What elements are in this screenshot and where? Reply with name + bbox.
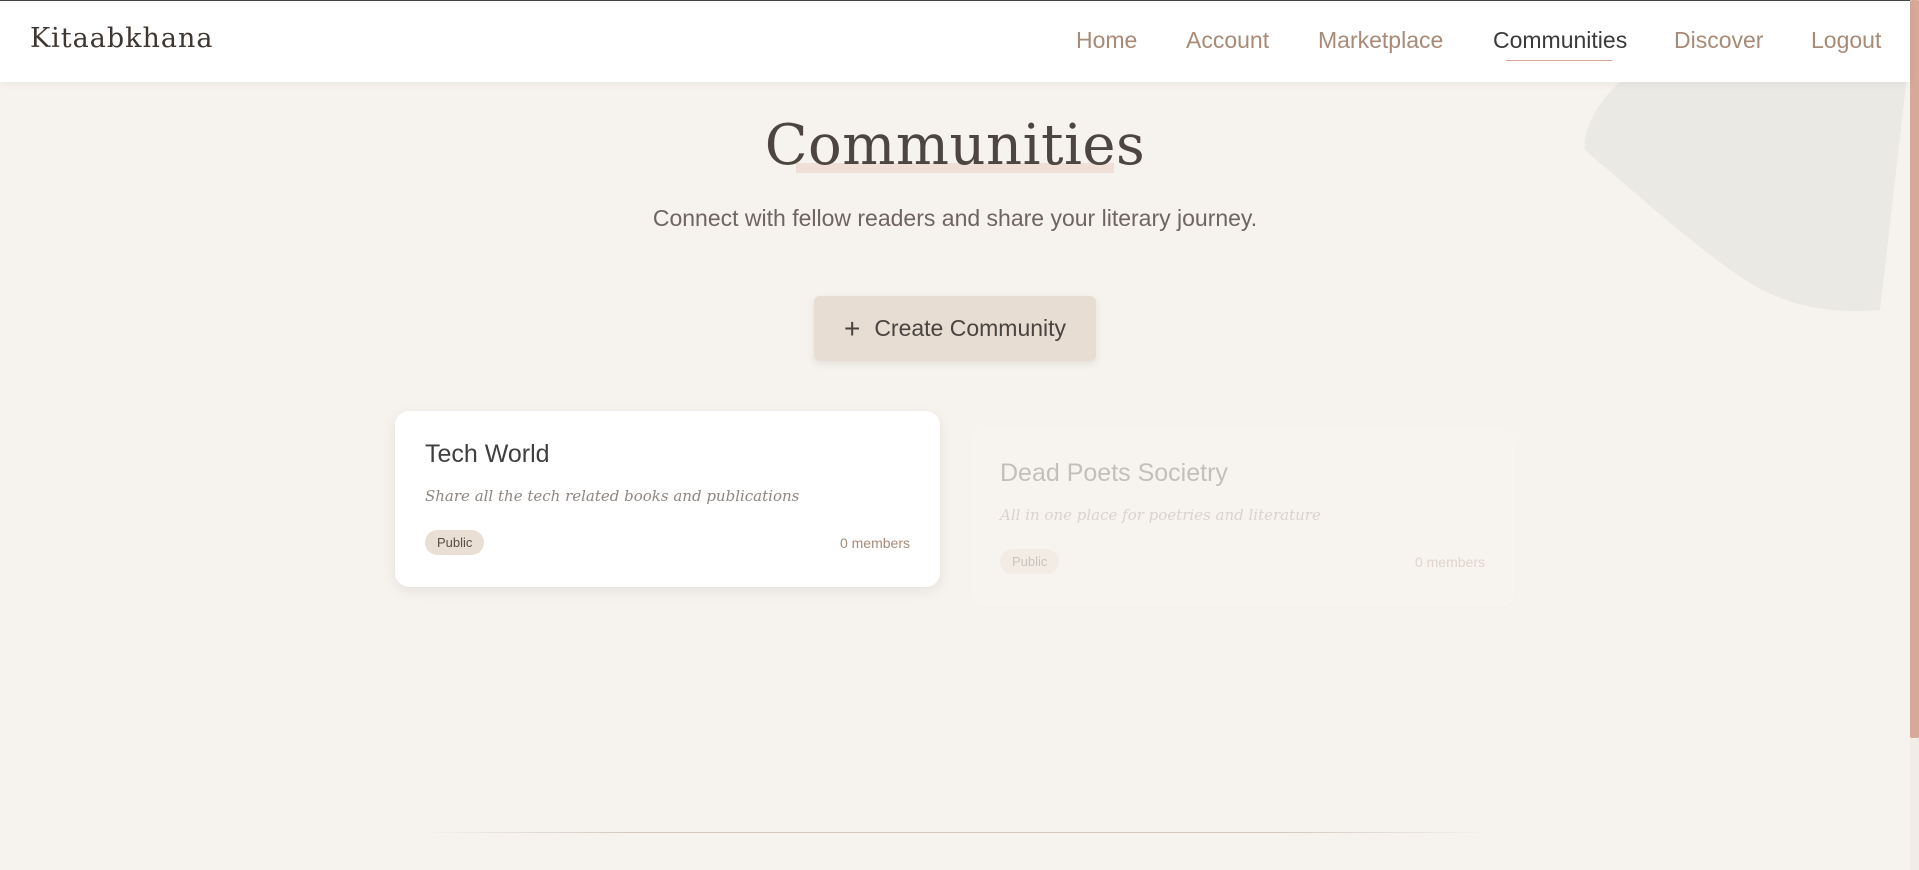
- nav-account[interactable]: Account: [1186, 27, 1269, 54]
- decorative-blob: [1584, 50, 1910, 312]
- member-count: 0 members: [839, 535, 910, 551]
- community-name: Tech World: [425, 440, 550, 468]
- community-card-tech-world[interactable]: Tech World Share all the tech related bo…: [395, 411, 940, 587]
- create-community-label: Create Community: [874, 315, 1067, 341]
- community-description: All in one place for poetries and litera…: [1000, 506, 1321, 524]
- create-community-button[interactable]: + Create Community: [814, 296, 1096, 361]
- top-navbar: Kitaabkhana Home Account Marketplace Com…: [0, 0, 1910, 82]
- scrollbar-thumb[interactable]: [1910, 0, 1919, 738]
- nav-logout[interactable]: Logout: [1811, 27, 1881, 54]
- brand-logo[interactable]: Kitaabkhana: [30, 23, 213, 54]
- visibility-badge: Public: [425, 530, 485, 555]
- visibility-badge: Public: [1000, 549, 1060, 574]
- community-name: Dead Poets Societry: [1000, 459, 1228, 487]
- page-subtitle: Connect with fellow readers and share yo…: [652, 205, 1258, 231]
- member-count: 0 members: [1414, 554, 1485, 570]
- page-title: Communities: [764, 113, 1146, 178]
- nav-home[interactable]: Home: [1076, 27, 1137, 54]
- plus-icon: +: [843, 312, 861, 344]
- nav-communities[interactable]: Communities: [1493, 27, 1627, 54]
- footer-divider: [420, 832, 1490, 833]
- nav-marketplace[interactable]: Marketplace: [1318, 27, 1443, 54]
- nav-active-underline: [1506, 60, 1612, 61]
- page: Kitaabkhana Home Account Marketplace Com…: [0, 0, 1919, 870]
- nav-discover[interactable]: Discover: [1674, 27, 1763, 54]
- community-description: Share all the tech related books and pub…: [425, 487, 800, 505]
- community-card-dead-poets-society[interactable]: Dead Poets Societry All in one place for…: [970, 430, 1515, 606]
